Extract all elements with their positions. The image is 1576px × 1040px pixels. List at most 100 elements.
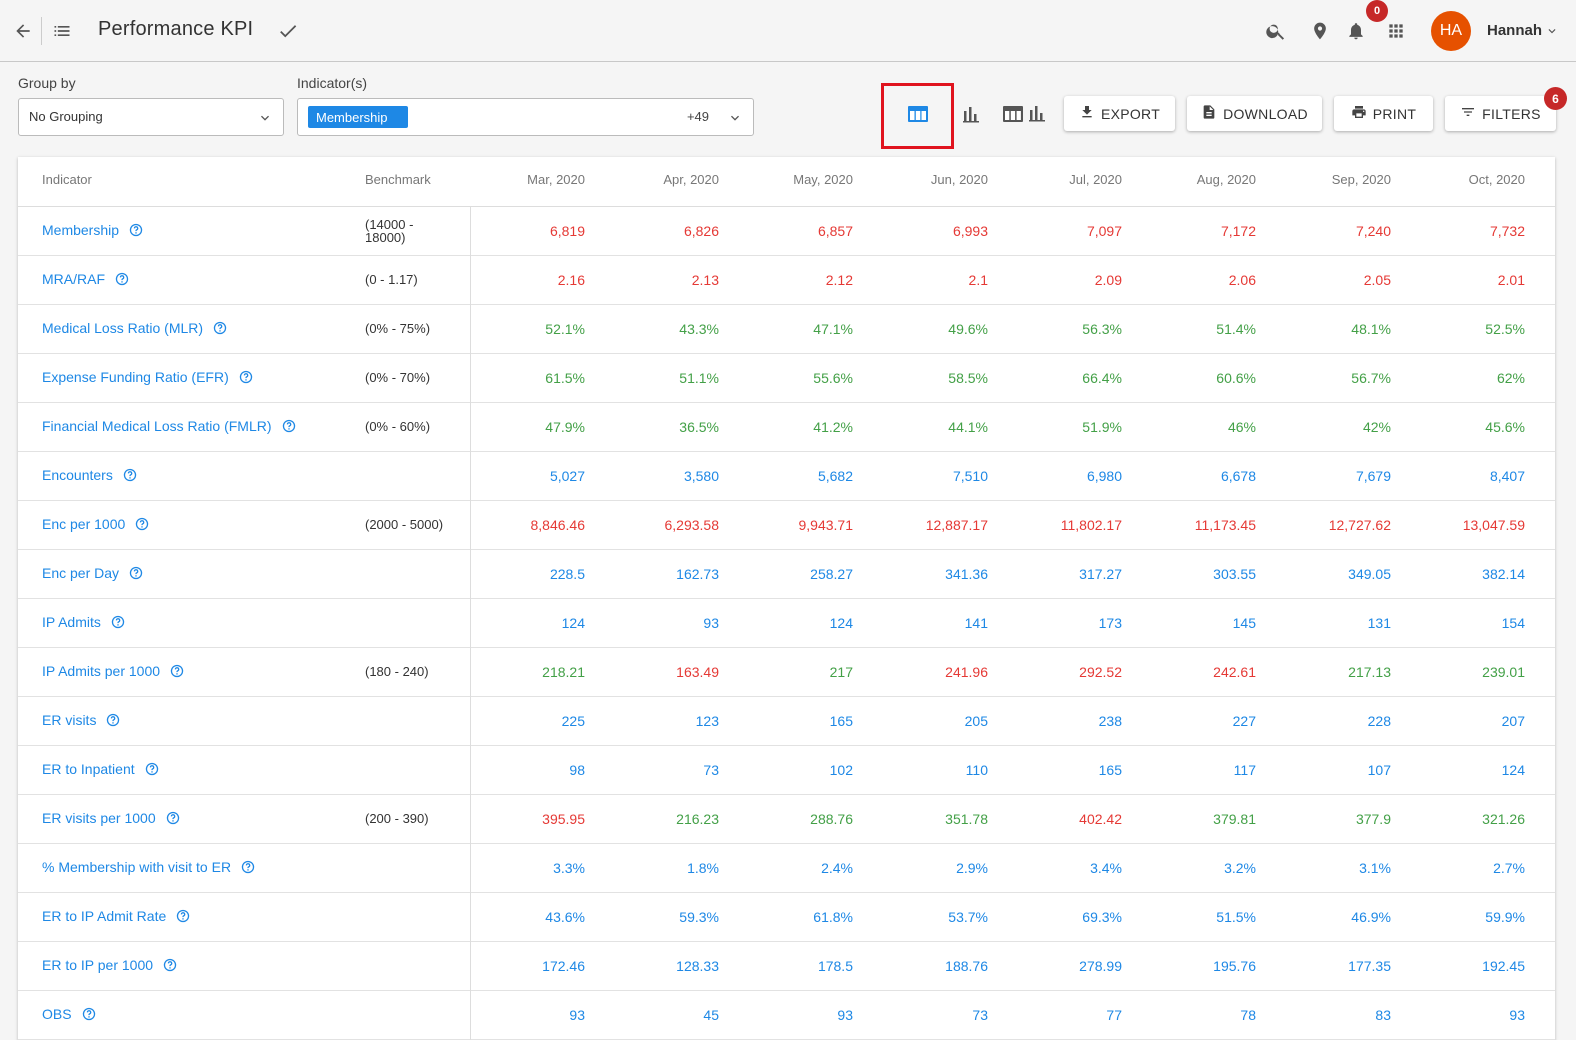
table-cell: 2.06 [1228,272,1256,288]
table-cell: 93 [569,1007,585,1023]
indicator-link[interactable]: ER visits [42,712,120,728]
table-cell: 205 [964,713,988,729]
indicator-link[interactable]: Medical Loss Ratio (MLR) [42,320,227,336]
column-header[interactable]: Oct, 2020 [1415,172,1525,187]
indicator-link[interactable]: OBS [42,1006,96,1022]
indicator-link[interactable]: ER to IP Admit Rate [42,908,190,924]
indicator-link[interactable]: IP Admits per 1000 [42,663,184,679]
table-cell: 124 [1501,762,1525,778]
indicator-name: Membership [42,222,120,238]
indicator-chip[interactable]: Membership [308,106,408,128]
table-row: IP Admits per 1000 (180 - 240) 218.21 163.4… [18,648,1555,697]
download-button[interactable]: DOWNLOAD [1187,96,1322,131]
help-circle-icon[interactable] [239,370,253,384]
indicator-link[interactable]: Encounters [42,467,137,483]
table-row: MRA/RAF (0 - 1.17) 2.16 2.13 2.12 2.1 2.09 2.06… [18,256,1555,305]
indicator-name: OBS [42,1006,72,1022]
indicator-link[interactable]: % Membership with visit to ER [42,859,255,875]
table-cell: 5,027 [549,468,585,484]
table-cell: 7,097 [1086,223,1122,239]
filters-button[interactable]: FILTERS [1445,96,1556,131]
indicator-link[interactable]: IP Admits [42,614,125,630]
table-row: IP Admits 124 93 124 141 173 145 131 154 [18,599,1555,648]
apps-grid-icon[interactable] [1384,18,1408,44]
table-cell: 36.5% [679,419,719,435]
table-cell: 238 [1098,713,1122,729]
help-circle-icon[interactable] [129,223,143,237]
table-cell: 60.6% [1216,370,1256,386]
benchmark-value: (200 - 390) [365,811,429,826]
table-cell: 124 [829,615,853,631]
table-cell: 8,846.46 [530,517,586,533]
export-button[interactable]: EXPORT [1064,96,1175,131]
indicator-link[interactable]: Financial Medical Loss Ratio (FMLR) [42,418,296,434]
help-circle-icon[interactable] [111,615,125,629]
help-circle-icon[interactable] [176,909,190,923]
check-icon[interactable] [276,18,300,44]
download-label: DOWNLOAD [1223,105,1308,122]
table-cell: 7,679 [1355,468,1391,484]
help-circle-icon[interactable] [145,762,159,776]
column-header[interactable]: May, 2020 [743,172,853,187]
indicator-link[interactable]: ER visits per 1000 [42,810,180,826]
help-circle-icon[interactable] [282,419,296,433]
help-circle-icon[interactable] [166,811,180,825]
table-cell: 349.05 [1348,566,1391,582]
indicator-link[interactable]: ER to Inpatient [42,761,159,777]
table-header: Indicator Benchmark Mar, 2020 Apr, 2020 May,… [18,157,1555,207]
indicator-link[interactable]: Membership [42,222,143,238]
location-pin-icon[interactable] [1308,18,1332,44]
indicators-select[interactable]: Membership +49 [297,98,754,136]
table-cell: 1.8% [687,860,719,876]
table-cell: 53.7% [948,909,988,925]
column-header[interactable]: Aug, 2020 [1146,172,1256,187]
table-cell: 56.3% [1082,321,1122,337]
chevron-down-icon [727,110,743,126]
bell-icon[interactable] [1344,18,1368,44]
help-circle-icon[interactable] [82,1007,96,1021]
table-cell: 124 [561,615,585,631]
column-header[interactable]: Indicator [42,172,92,187]
table-cell: 6,993 [952,223,988,239]
column-header[interactable]: Sep, 2020 [1281,172,1391,187]
help-circle-icon[interactable] [170,664,184,678]
column-header[interactable]: Apr, 2020 [609,172,719,187]
table-cell: 47.1% [813,321,853,337]
column-header[interactable]: Jul, 2020 [1012,172,1122,187]
list-icon[interactable] [50,18,74,44]
help-circle-icon[interactable] [163,958,177,972]
table-cell: 6,857 [817,223,853,239]
help-circle-icon[interactable] [135,517,149,531]
column-header[interactable]: Mar, 2020 [475,172,585,187]
avatar[interactable]: HA [1431,11,1471,51]
back-arrow-icon[interactable] [10,18,36,44]
table-cell: 83 [1375,1007,1391,1023]
table-view-icon[interactable] [903,102,933,126]
search-icon[interactable] [1263,18,1289,44]
table-and-chart-view-icon[interactable] [1000,102,1048,126]
help-circle-icon[interactable] [123,468,137,482]
help-circle-icon[interactable] [213,321,227,335]
column-header[interactable]: Benchmark [365,172,431,187]
table-cell: 58.5% [948,370,988,386]
indicator-link[interactable]: Expense Funding Ratio (EFR) [42,369,253,385]
indicator-link[interactable]: Enc per 1000 [42,516,149,532]
table-cell: 43.6% [545,909,585,925]
user-name[interactable]: Hannah [1487,22,1542,39]
print-button[interactable]: PRINT [1334,96,1433,131]
table-cell: 6,819 [549,223,585,239]
help-circle-icon[interactable] [129,566,143,580]
chart-view-icon[interactable] [958,102,984,126]
help-circle-icon[interactable] [106,713,120,727]
indicator-link[interactable]: MRA/RAF [42,271,129,287]
indicator-link[interactable]: ER to IP per 1000 [42,957,177,973]
help-circle-icon[interactable] [115,272,129,286]
indicator-name: Financial Medical Loss Ratio (FMLR) [42,418,272,434]
group-by-select[interactable]: No Grouping [18,98,284,136]
chevron-down-icon[interactable] [1544,22,1560,40]
column-header[interactable]: Jun, 2020 [878,172,988,187]
help-circle-icon[interactable] [241,860,255,874]
indicator-link[interactable]: Enc per Day [42,565,143,581]
table-cell: 43.3% [679,321,719,337]
table-cell: 188.76 [945,958,988,974]
